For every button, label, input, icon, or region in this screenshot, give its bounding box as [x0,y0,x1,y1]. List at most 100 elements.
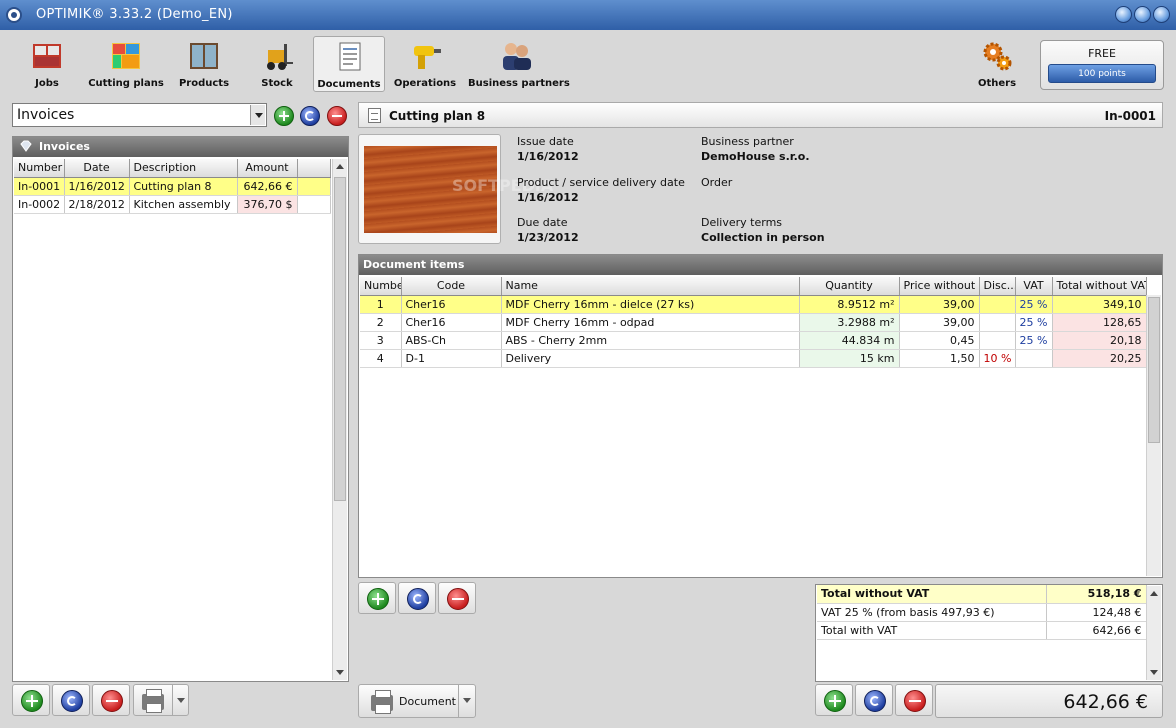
total-with-vat-row: Total with VAT 642,66 € [817,621,1147,640]
delivery-date-label: Product / service delivery date [517,176,685,189]
refresh-document-button[interactable] [855,684,893,716]
cell-total: 349,10 [1052,295,1147,314]
print-document-button[interactable]: Document [358,684,476,718]
minimize-icon[interactable] [1115,6,1132,23]
app-icon[interactable] [6,7,22,23]
cell-code: D-1 [401,349,502,368]
scroll-thumb[interactable] [1148,297,1160,443]
table-row[interactable]: In-0001 1/16/2012 Cutting plan 8 642,66 … [14,177,331,196]
col-total[interactable]: Total without VAT [1052,277,1147,296]
delete-document-button[interactable] [895,684,933,716]
chevron-down-icon[interactable] [172,685,189,715]
document-type-select[interactable]: Invoices [12,103,267,127]
totals-scrollbar[interactable] [1146,586,1161,680]
col-vat[interactable]: VAT [1015,277,1053,296]
printer-icon [142,689,164,713]
chevron-down-icon[interactable] [250,105,265,125]
col-discount[interactable]: Disc... [979,277,1016,296]
table-row[interactable]: 1 Cher16 MDF Cherry 16mm - dielce (27 ks… [360,295,1147,314]
delivery-terms-value: Collection in person [701,231,825,244]
cell-date: 2/18/2012 [64,195,130,214]
cell-number: 1 [360,295,402,314]
cell-code: Cher16 [401,295,502,314]
toolbar-documents[interactable]: Documents [313,36,385,92]
cell-description: Cutting plan 8 [129,177,238,196]
col-number[interactable]: Number [360,277,402,296]
items-scrollbar[interactable] [1146,295,1161,576]
table-row[interactable]: 4 D-1 Delivery 15 km 1,50 10 % 20,25 [360,349,1147,368]
toolbar-jobs[interactable]: Jobs [14,36,80,92]
gem-icon [20,140,32,152]
refresh-invoices-button[interactable] [52,684,90,716]
toolbar-operations[interactable]: Operations [392,36,458,92]
maximize-icon[interactable] [1134,6,1151,23]
invoices-table-header: Number Date Description Amount [14,159,331,178]
delete-invoice-button[interactable] [92,684,130,716]
minus-icon [101,690,123,712]
cell-name: MDF Cherry 16mm - odpad [501,313,800,332]
add-document-button[interactable] [815,684,853,716]
col-name[interactable]: Name [501,277,800,296]
col-date[interactable]: Date [64,159,130,178]
invoices-panel: Invoices Number Date Description Amount … [12,136,349,682]
refresh-items-button[interactable] [398,582,436,614]
cell-number: In-0001 [14,177,65,196]
cell-vat [1015,349,1053,368]
document-header: Cutting plan 8 In-0001 [358,102,1163,128]
toolbar-products[interactable]: Products [172,36,236,92]
total-with-vat-label: Total with VAT [817,621,1047,640]
total-with-vat-value: 642,66 € [1046,621,1147,640]
add-item-button[interactable] [358,582,396,614]
scroll-down-icon[interactable] [336,670,344,675]
table-row[interactable]: 2 Cher16 MDF Cherry 16mm - odpad 3.2988 … [360,313,1147,332]
totals-table: Total without VAT 518,18 € VAT 25 % (fro… [817,585,1147,640]
scroll-down-icon[interactable] [1150,670,1158,675]
add-invoice-button[interactable] [12,684,50,716]
document-icon [339,42,361,71]
scroll-up-icon[interactable] [336,164,344,169]
col-quantity[interactable]: Quantity [799,277,900,296]
col-number[interactable]: Number [14,159,65,178]
refresh-type-button[interactable] [300,106,320,126]
delivery-date-value: 1/16/2012 [517,191,579,204]
cell-total: 20,18 [1052,331,1147,350]
points-button[interactable]: 100 points [1048,64,1156,83]
chevron-down-icon[interactable] [458,685,476,717]
invoices-scrollbar[interactable] [332,159,347,680]
table-row[interactable]: In-0002 2/18/2012 Kitchen assembly 376,7… [14,195,331,214]
cell-vat: 25 % [1015,313,1053,332]
col-description[interactable]: Description [129,159,238,178]
col-amount[interactable]: Amount [237,159,298,178]
scroll-thumb[interactable] [334,177,346,501]
remove-type-button[interactable] [327,106,347,126]
print-list-button[interactable] [133,684,189,716]
cell-date: 1/16/2012 [64,177,130,196]
cell-vat: 25 % [1015,295,1053,314]
toolbar-others[interactable]: Others [966,36,1028,92]
delete-item-button[interactable] [438,582,476,614]
col-code[interactable]: Code [401,277,502,296]
col-price[interactable]: Price without ... [899,277,980,296]
toolbar-cutting-plans[interactable]: Cutting plans [88,36,164,92]
cell-price: 0,45 [899,331,980,350]
close-icon[interactable] [1153,6,1170,23]
gears-icon [983,42,1012,71]
minus-icon [904,690,926,712]
partner-value: DemoHouse s.r.o. [701,150,810,163]
main-toolbar: Jobs Cutting plans Products Stock Docume… [0,30,1176,96]
cell-total: 128,65 [1052,313,1147,332]
toolbar-business-partners[interactable]: Business partners [468,36,570,92]
vat-label: VAT 25 % (from basis 497,93 €) [817,603,1047,622]
add-type-button[interactable] [274,106,294,126]
title-bar: OPTIMIK® 3.33.2 (Demo_EN) [0,0,1176,30]
scroll-up-icon[interactable] [1150,591,1158,596]
license-box[interactable]: FREE 100 points [1040,40,1164,90]
table-row[interactable]: 3 ABS-Ch ABS - Cherry 2mm 44.834 m 0,45 … [360,331,1147,350]
total-label: Total without VAT [817,585,1047,604]
toolbar-stock[interactable]: Stock [246,36,308,92]
minus-icon [447,588,469,610]
document-items-table: Number Code Name Quantity Price without … [360,277,1147,368]
cell-price: 39,00 [899,295,980,314]
vat-row: VAT 25 % (from basis 497,93 €) 124,48 € [817,603,1147,622]
document-page-icon [368,108,381,123]
